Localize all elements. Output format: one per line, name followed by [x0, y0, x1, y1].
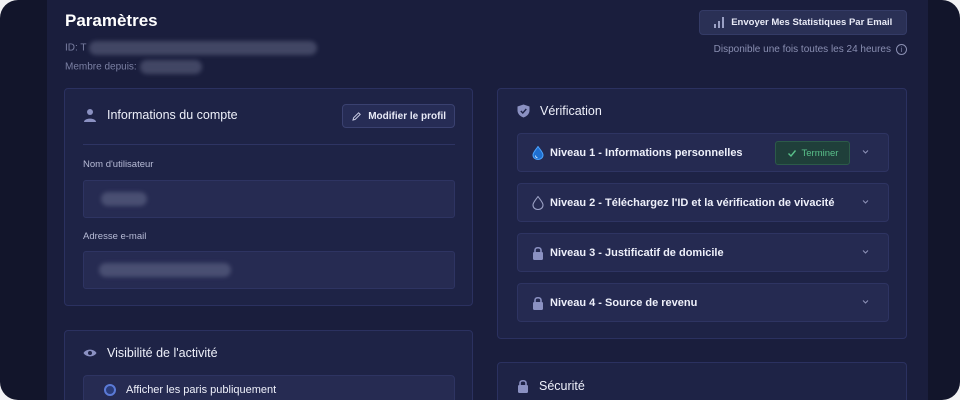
- info-icon[interactable]: i: [896, 44, 907, 55]
- email-stats-label: Envoyer Mes Statistiques Par Email: [731, 17, 893, 28]
- email-stats-button[interactable]: Envoyer Mes Statistiques Par Email: [699, 10, 907, 35]
- chevron-down-icon[interactable]: [861, 247, 870, 256]
- availability-text: Disponible une fois toutes les 24 heures: [713, 44, 891, 55]
- completed-badge-label: Terminer: [801, 147, 839, 159]
- verification-level-3-label: Niveau 3 - Justificatif de domicile: [550, 246, 724, 259]
- username-label: Nom d'utilisateur: [83, 159, 154, 170]
- chevron-down-icon[interactable]: [861, 197, 870, 206]
- verification-level-2[interactable]: Niveau 2 - Téléchargez l'ID et la vérifi…: [517, 183, 889, 222]
- redacted-date: [139, 60, 202, 74]
- account-card: Informations du compte Modifier le profi…: [64, 88, 473, 306]
- user-icon: [84, 109, 96, 122]
- security-card: Sécurité: [497, 362, 907, 400]
- availability-note: Disponible une fois toutes les 24 heures…: [714, 44, 907, 55]
- activity-card-header: Visibilité de l'activité: [83, 346, 218, 360]
- redacted-id: [89, 41, 318, 55]
- verification-card-title: Vérification: [540, 104, 602, 118]
- public-bets-label: Afficher les paris publiquement: [126, 384, 277, 396]
- bar-chart-icon: [713, 17, 725, 28]
- settings-page: Paramètres ID: T Membre depuis: Envoyer …: [47, 0, 928, 400]
- account-card-title: Informations du compte: [107, 108, 238, 122]
- drop-filled-icon: [532, 145, 544, 160]
- redacted-email: [99, 263, 231, 277]
- lock-icon: [533, 296, 543, 310]
- completed-badge: Terminer: [775, 141, 850, 165]
- user-id-label: ID: T: [65, 42, 87, 54]
- check-icon: [787, 150, 796, 158]
- lock-icon: [518, 379, 528, 393]
- app-window: Paramètres ID: T Membre depuis: Envoyer …: [0, 0, 960, 400]
- security-card-title: Sécurité: [539, 379, 585, 393]
- eye-icon: [83, 349, 97, 357]
- lock-icon: [533, 246, 543, 260]
- page-title: Paramètres: [65, 11, 158, 30]
- account-card-header: Informations du compte: [83, 108, 238, 122]
- public-bets-radio[interactable]: [104, 384, 116, 396]
- edit-profile-label: Modifier le profil: [368, 110, 446, 122]
- divider: [83, 144, 455, 145]
- activity-card: Visibilité de l'activité Afficher les pa…: [64, 330, 473, 400]
- verification-level-2-label: Niveau 2 - Téléchargez l'ID et la vérifi…: [550, 196, 835, 209]
- verification-card-header: Vérification: [517, 104, 602, 118]
- member-since-label: Membre depuis:: [65, 61, 137, 73]
- verification-level-4-label: Niveau 4 - Source de revenu: [550, 296, 698, 309]
- redacted-username: [101, 192, 147, 206]
- verification-level-1[interactable]: Niveau 1 - Informations personnelles Ter…: [517, 133, 889, 172]
- drop-outline-icon: [532, 195, 544, 210]
- activity-card-title: Visibilité de l'activité: [107, 346, 218, 360]
- verification-level-1-label: Niveau 1 - Informations personnelles: [550, 146, 743, 159]
- user-id: ID: T: [65, 41, 318, 55]
- edit-profile-button[interactable]: Modifier le profil: [342, 104, 455, 128]
- username-field[interactable]: [83, 180, 455, 218]
- chevron-down-icon[interactable]: [861, 147, 870, 156]
- email-label: Adresse e-mail: [83, 231, 147, 242]
- email-field[interactable]: [83, 251, 455, 289]
- verification-card: Vérification Niveau 1 - Informations per…: [497, 88, 907, 339]
- shield-icon: [517, 104, 530, 118]
- verification-level-4[interactable]: Niveau 4 - Source de revenu: [517, 283, 889, 322]
- chevron-down-icon[interactable]: [861, 297, 870, 306]
- security-card-header: Sécurité: [517, 379, 585, 393]
- verification-level-3[interactable]: Niveau 3 - Justificatif de domicile: [517, 233, 889, 272]
- member-since: Membre depuis:: [65, 60, 202, 74]
- public-bets-option[interactable]: Afficher les paris publiquement: [83, 375, 455, 400]
- pencil-icon: [352, 111, 362, 121]
